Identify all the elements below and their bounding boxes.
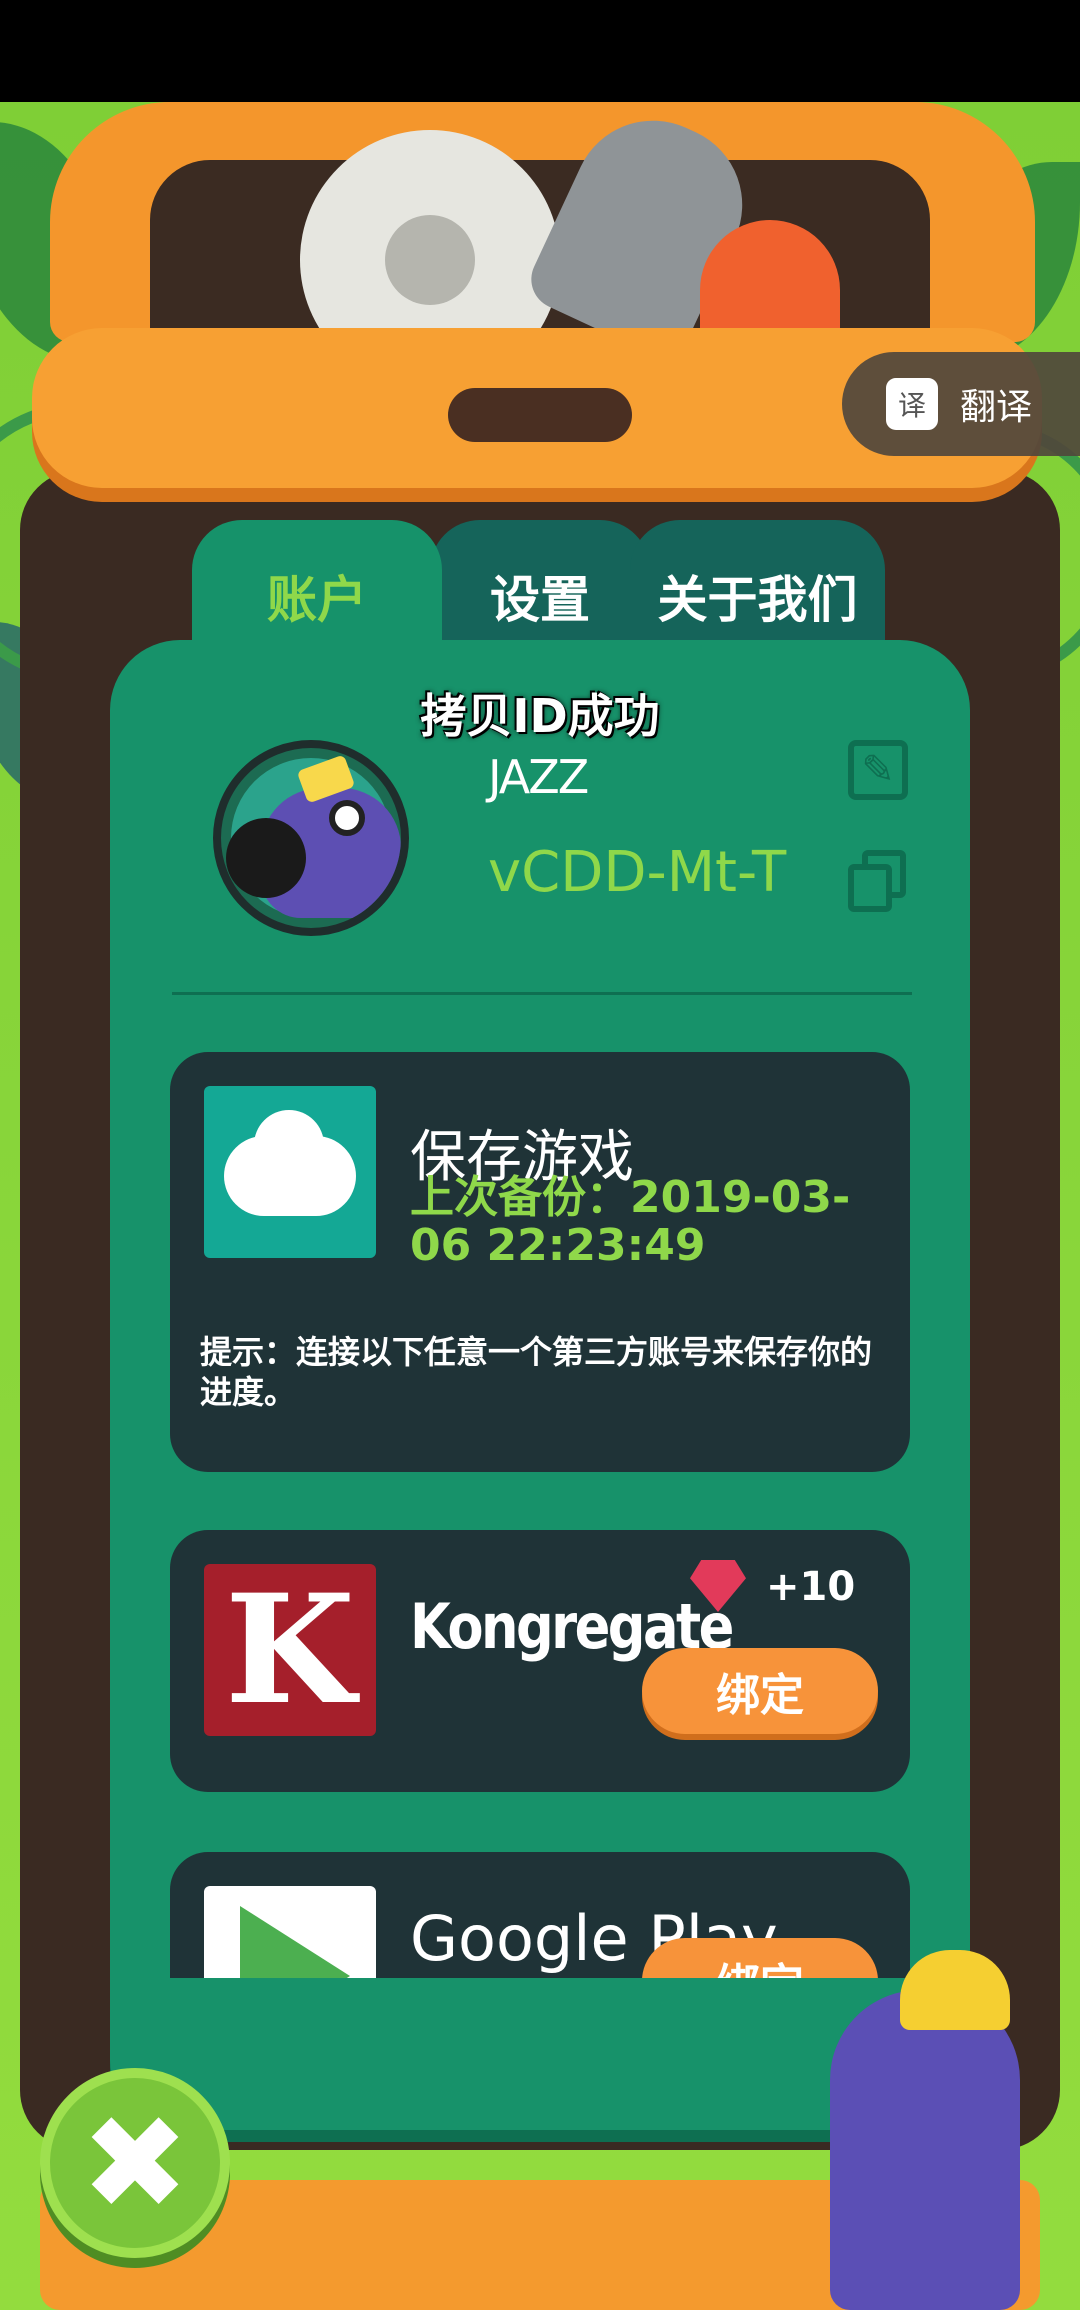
tab-about-us[interactable]: 关于我们 — [630, 520, 885, 660]
machine-slot — [448, 388, 632, 442]
dino-character — [830, 1990, 1020, 2310]
divider — [172, 992, 912, 995]
kongregate-card: K Kongregate +10 绑定 — [170, 1530, 910, 1792]
username: JAZZ — [488, 750, 589, 804]
edit-icon[interactable]: ✎ — [848, 740, 908, 800]
close-button[interactable]: ✖ — [40, 2068, 230, 2258]
copy-icon[interactable] — [848, 850, 910, 912]
user-id: vCDD-Mt-T — [488, 840, 787, 905]
google-play-bind-button[interactable]: 绑定 — [642, 1938, 878, 1978]
last-backup-text: 上次备份：2019-03-06 22:23:49 — [410, 1172, 851, 1271]
status-bar — [0, 0, 1080, 102]
kongregate-logo-icon: K — [204, 1564, 376, 1736]
tab-settings[interactable]: 设置 — [430, 520, 650, 660]
google-play-logo-icon — [204, 1886, 376, 1978]
avatar[interactable] — [213, 740, 409, 936]
save-game-card: 保存游戏 上次备份：2019-03-06 22:23:49 提示：连接以下任意一… — [170, 1052, 910, 1472]
close-icon: ✖ — [80, 2087, 190, 2239]
cloud-upload-icon — [204, 1086, 376, 1258]
save-hint-text: 提示：连接以下任意一个第三方账号来保存你的进度。 — [200, 1333, 873, 1411]
tab-account[interactable]: 账户 — [192, 520, 442, 660]
kongregate-bind-button[interactable]: 绑定 — [642, 1648, 878, 1734]
translate-label: 翻译 — [960, 387, 1033, 428]
google-play-card: Google Play 绑定 — [170, 1852, 910, 1978]
hard-hat-icon — [900, 1950, 1010, 2030]
account-panel-content[interactable]: JAZZ ✎ vCDD-Mt-T 保存游戏 上次备份：2019-03-06 22… — [110, 640, 970, 1978]
reward-amount: +10 — [766, 1564, 856, 1610]
toast-message: 拷贝ID成功 — [420, 689, 660, 743]
translate-button[interactable]: 译 翻译 — [842, 352, 1080, 456]
translate-icon: 译 — [886, 378, 938, 430]
